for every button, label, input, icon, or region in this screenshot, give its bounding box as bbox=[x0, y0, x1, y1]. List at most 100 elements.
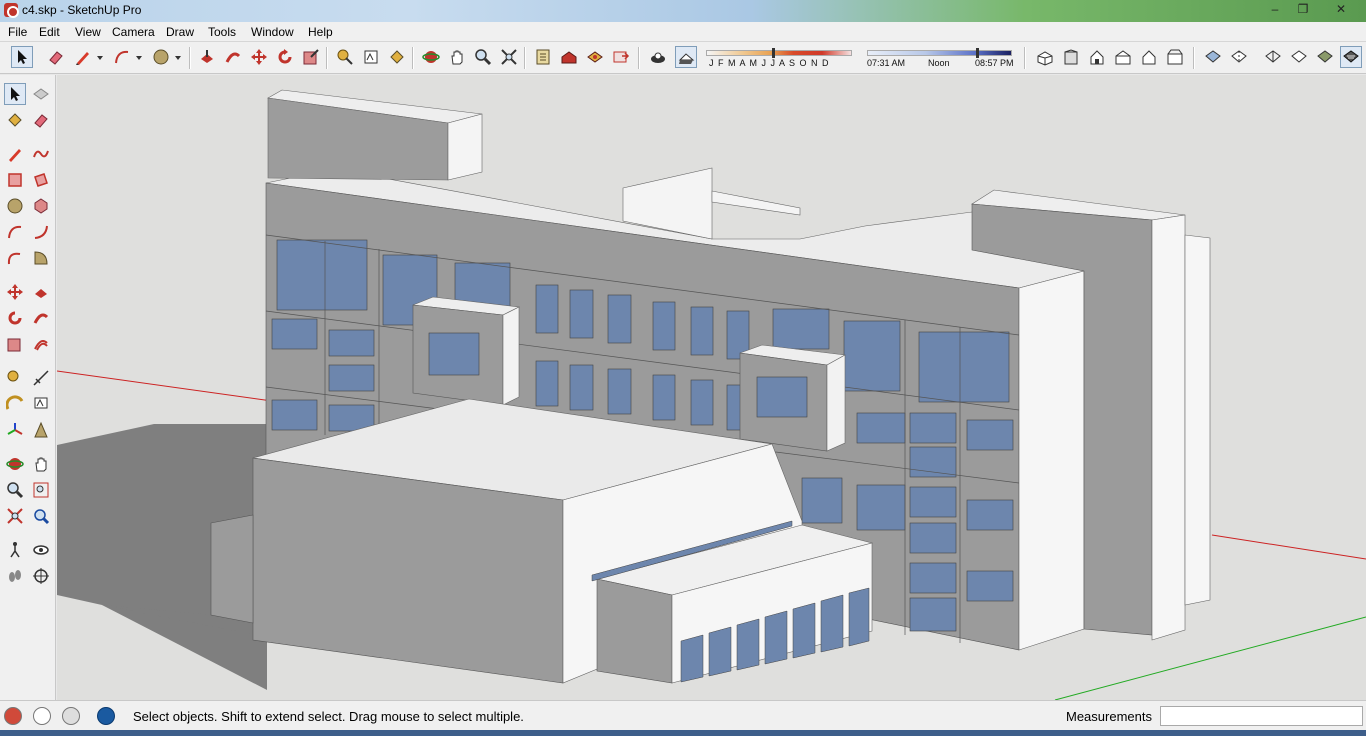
previous-view-icon[interactable] bbox=[30, 505, 52, 527]
pan-tool-icon[interactable] bbox=[30, 453, 52, 475]
low-block-annex bbox=[210, 514, 254, 624]
move-tool-icon[interactable] bbox=[4, 281, 26, 303]
position-camera-tool-icon[interactable] bbox=[4, 539, 26, 561]
eraser-tool-icon[interactable] bbox=[30, 109, 52, 131]
shaded-style-icon[interactable] bbox=[1314, 46, 1336, 68]
pie-tool-icon[interactable] bbox=[30, 247, 52, 269]
scale-tool-icon[interactable] bbox=[4, 333, 26, 355]
shapes-dropdown-icon[interactable] bbox=[172, 46, 184, 68]
push-pull-tool-icon[interactable] bbox=[196, 46, 218, 68]
menu-tools[interactable]: Tools bbox=[206, 24, 238, 40]
minimize-button[interactable]: – bbox=[1262, 1, 1288, 18]
dimension-tool-icon[interactable] bbox=[360, 46, 382, 68]
close-button[interactable]: ✕ bbox=[1326, 1, 1356, 18]
rotate-tool-icon[interactable] bbox=[4, 307, 26, 329]
menu-help[interactable]: Help bbox=[306, 24, 335, 40]
freehand-tool-icon[interactable] bbox=[30, 143, 52, 165]
share-model-icon[interactable] bbox=[610, 46, 632, 68]
scale-tool-icon[interactable] bbox=[300, 46, 322, 68]
three-point-arc-tool-icon[interactable] bbox=[4, 247, 26, 269]
circle-tool-icon[interactable] bbox=[4, 195, 26, 217]
select-tool-icon[interactable] bbox=[11, 46, 33, 68]
menu-edit[interactable]: Edit bbox=[37, 24, 62, 40]
month-slider[interactable] bbox=[706, 48, 852, 58]
menu-draw[interactable]: Draw bbox=[164, 24, 196, 40]
push-pull-tool-icon[interactable] bbox=[30, 281, 52, 303]
month-slider-thumb[interactable] bbox=[772, 48, 775, 58]
pencil-tool-icon[interactable] bbox=[72, 46, 94, 68]
pan-tool-icon[interactable] bbox=[446, 46, 468, 68]
back-view-icon[interactable] bbox=[1138, 46, 1160, 68]
text-tool-icon[interactable] bbox=[30, 393, 52, 415]
tape-measure-tool-icon[interactable] bbox=[334, 46, 356, 68]
warehouse-icon[interactable] bbox=[558, 46, 580, 68]
shadow-settings-icon[interactable] bbox=[647, 46, 669, 68]
dimension-tool-icon[interactable] bbox=[30, 367, 52, 389]
menu-camera[interactable]: Camera bbox=[110, 24, 157, 40]
measurements-input[interactable] bbox=[1160, 706, 1363, 726]
line-tool-icon[interactable] bbox=[4, 143, 26, 165]
menu-file[interactable]: File bbox=[6, 24, 29, 40]
menu-window[interactable]: Window bbox=[249, 24, 296, 40]
polygon-tool-icon[interactable] bbox=[30, 195, 52, 217]
display-shadows-icon[interactable] bbox=[675, 46, 697, 68]
orbit-tool-icon[interactable] bbox=[4, 453, 26, 475]
wireframe-style-icon[interactable] bbox=[1262, 46, 1284, 68]
main-toolbar: J F M A M J J A S O N D 07:31 AM Noon 08… bbox=[0, 42, 1366, 74]
look-around-tool-icon[interactable] bbox=[30, 539, 52, 561]
maximize-button[interactable]: ❐ bbox=[1290, 1, 1316, 18]
arc-tool-icon[interactable] bbox=[111, 46, 133, 68]
eraser-tool-icon[interactable] bbox=[45, 46, 67, 68]
user-account-icon[interactable] bbox=[62, 707, 80, 725]
follow-me-tool-icon[interactable] bbox=[222, 46, 244, 68]
time-slider[interactable] bbox=[867, 48, 1012, 58]
right-view-icon[interactable] bbox=[1112, 46, 1134, 68]
xray-style-icon[interactable] bbox=[1202, 46, 1224, 68]
tower-annex bbox=[1184, 234, 1211, 606]
paint-bucket-tool-icon[interactable] bbox=[4, 109, 26, 131]
zoom-extents-tool-icon[interactable] bbox=[498, 46, 520, 68]
left-view-icon[interactable] bbox=[1164, 46, 1186, 68]
front-view-icon[interactable] bbox=[1086, 46, 1108, 68]
hidden-line-style-icon[interactable] bbox=[1288, 46, 1310, 68]
top-view-icon[interactable] bbox=[1060, 46, 1082, 68]
zoom-tool-icon[interactable] bbox=[4, 479, 26, 501]
3d-text-tool-icon[interactable] bbox=[30, 419, 52, 441]
tape-measure-tool-icon[interactable] bbox=[4, 367, 26, 389]
make-component-icon[interactable] bbox=[30, 83, 52, 105]
zoom-window-tool-icon[interactable] bbox=[30, 479, 52, 501]
orbit-tool-icon[interactable] bbox=[420, 46, 442, 68]
geo-location-icon[interactable] bbox=[4, 707, 22, 725]
time-noon-label: Noon bbox=[928, 58, 950, 68]
select-tool-icon[interactable] bbox=[4, 83, 26, 105]
walk-tool-icon[interactable] bbox=[4, 565, 26, 587]
axes-tool-icon[interactable] bbox=[4, 419, 26, 441]
protractor-tool-icon[interactable] bbox=[4, 393, 26, 415]
previous-view-icon[interactable] bbox=[532, 46, 554, 68]
follow-me-tool-icon[interactable] bbox=[30, 307, 52, 329]
offset-tool-icon[interactable] bbox=[30, 333, 52, 355]
time-slider-thumb[interactable] bbox=[976, 48, 979, 58]
pencil-dropdown-icon[interactable] bbox=[94, 46, 106, 68]
shaded-textures-style-icon[interactable] bbox=[1340, 46, 1362, 68]
iso-view-icon[interactable] bbox=[1034, 46, 1056, 68]
paint-bucket-tool-icon[interactable] bbox=[386, 46, 408, 68]
components-icon[interactable] bbox=[584, 46, 606, 68]
rotated-rectangle-tool-icon[interactable] bbox=[30, 169, 52, 191]
shapes-tool-icon[interactable] bbox=[150, 46, 172, 68]
help-icon[interactable] bbox=[97, 707, 115, 725]
zoom-extents-tool-icon[interactable] bbox=[4, 505, 26, 527]
section-plane-tool-icon[interactable] bbox=[30, 565, 52, 587]
rotate-tool-icon[interactable] bbox=[274, 46, 296, 68]
two-point-arc-tool-icon[interactable] bbox=[30, 221, 52, 243]
menu-view[interactable]: View bbox=[73, 24, 103, 40]
credits-icon[interactable] bbox=[33, 707, 51, 725]
back-edges-style-icon[interactable] bbox=[1228, 46, 1250, 68]
zoom-tool-icon[interactable] bbox=[472, 46, 494, 68]
rectangle-tool-icon[interactable] bbox=[4, 169, 26, 191]
canopy-front bbox=[596, 578, 673, 684]
arc-dropdown-icon[interactable] bbox=[133, 46, 145, 68]
drawing-viewport[interactable] bbox=[57, 75, 1366, 700]
move-tool-icon[interactable] bbox=[248, 46, 270, 68]
arc-tool-icon[interactable] bbox=[4, 221, 26, 243]
